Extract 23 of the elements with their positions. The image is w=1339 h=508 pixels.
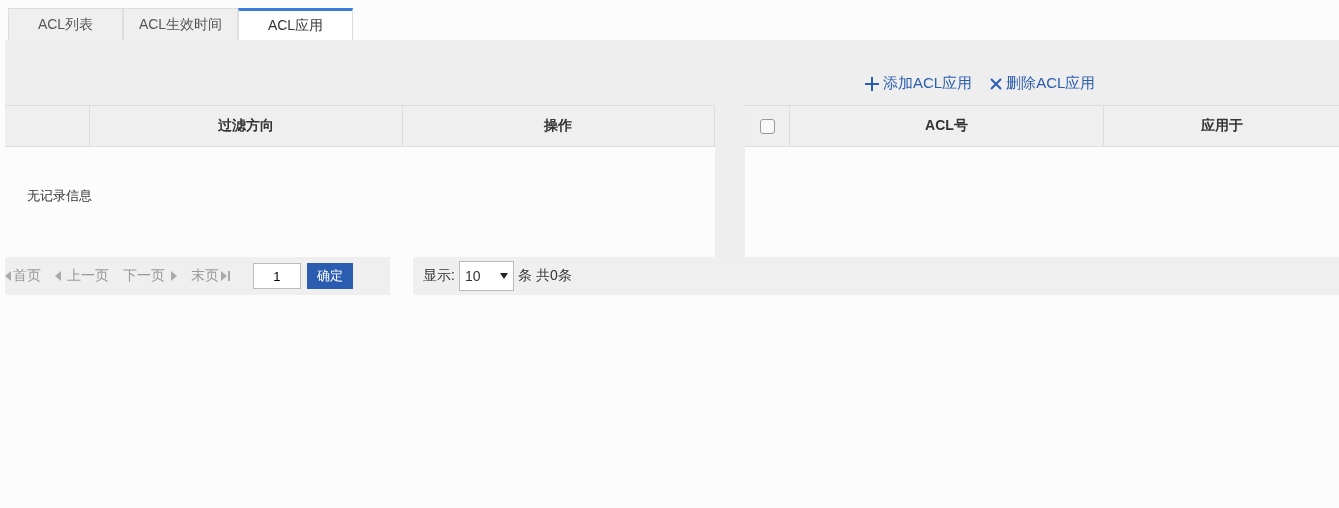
checkbox[interactable] — [759, 118, 775, 134]
tab[interactable]: ACL生效时间 — [123, 8, 238, 40]
tab[interactable]: ACL应用 — [238, 8, 353, 40]
left-triangle-icon — [55, 271, 61, 281]
page-size-select[interactable]: 10 — [458, 261, 514, 291]
tab[interactable]: ACL列表 — [8, 8, 123, 40]
column-header: 过滤方向 — [89, 106, 403, 146]
column-header: 应用于 — [1199, 116, 1244, 135]
first-page-icon — [5, 271, 11, 281]
total-count: 共0条 — [535, 267, 572, 285]
right-triangle-icon — [170, 271, 177, 281]
last-page-icon — [220, 271, 231, 281]
column-header: ACL号 — [790, 106, 1104, 146]
confirm-button[interactable]: 确定 — [306, 263, 353, 289]
empty-message: 无记录信息 — [27, 187, 92, 205]
dropdown-arrow-icon — [499, 273, 508, 279]
plus-icon — [865, 76, 879, 91]
close-icon — [990, 77, 1003, 90]
page-input[interactable]: 1 — [252, 263, 301, 289]
add-button[interactable]: 添加ACL应用 — [865, 74, 973, 93]
unit-label: 条 — [517, 267, 532, 285]
delete-button[interactable]: 删除ACL应用 — [990, 74, 1096, 93]
show-label: 显示: — [423, 267, 455, 285]
